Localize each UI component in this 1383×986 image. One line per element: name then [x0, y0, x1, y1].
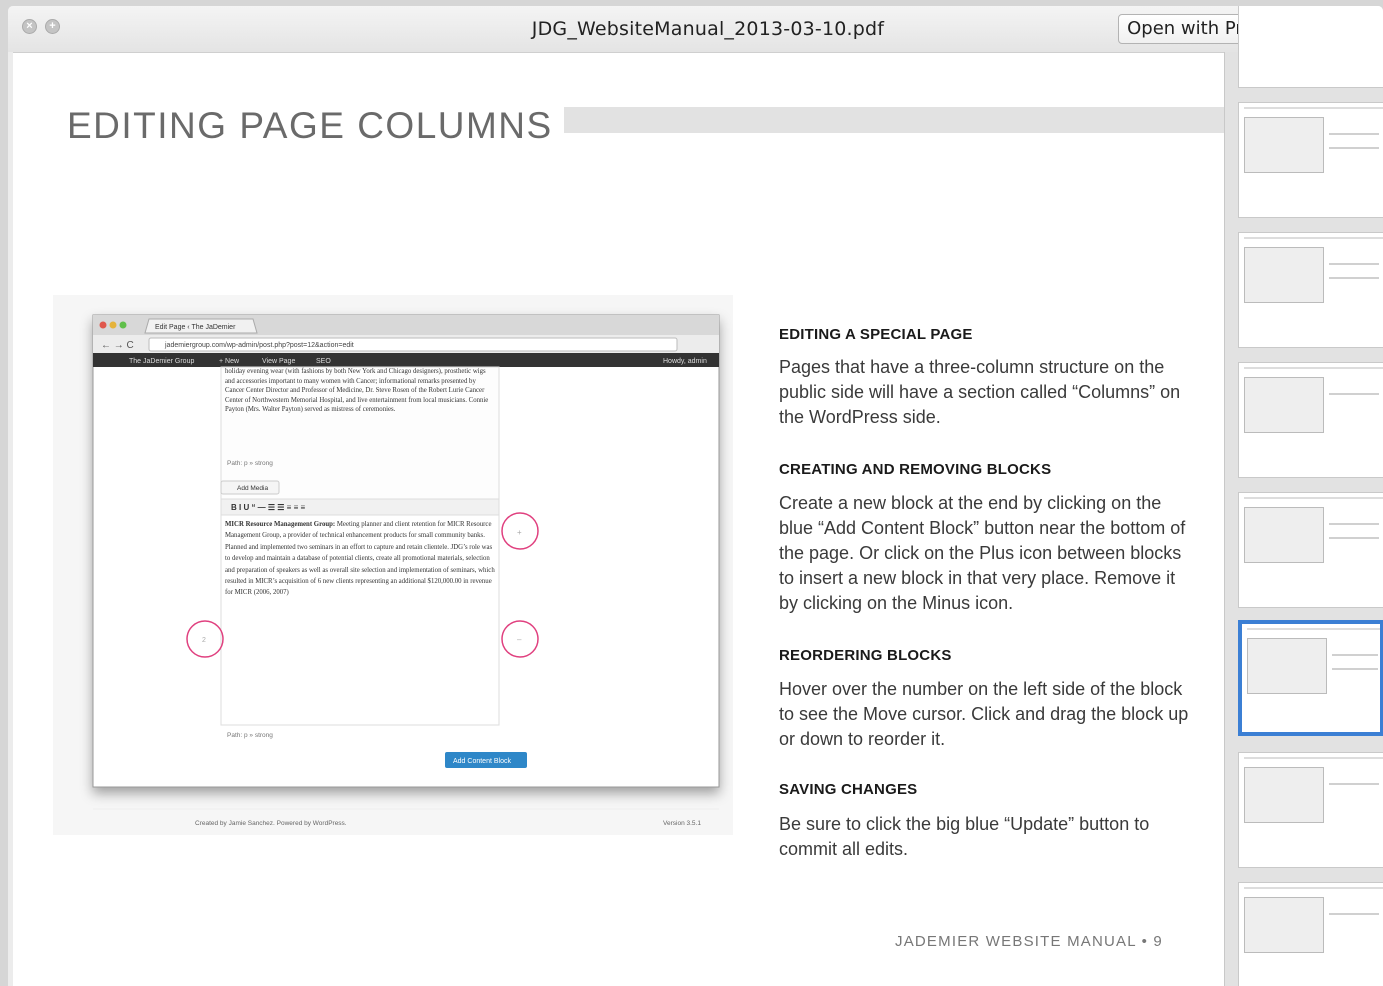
admin-view-page: View Page: [262, 358, 295, 365]
svg-text:← → C: ← → C: [101, 340, 134, 351]
svg-text:–: –: [517, 635, 522, 644]
admin-seo: SEO: [316, 358, 331, 365]
thumbnail-page-1[interactable]: [1238, 6, 1383, 88]
screenshot-figure: Edit Page ‹ The JaDemier ← → C jademierg…: [53, 295, 733, 835]
thumbnail-page-6-selected[interactable]: [1238, 620, 1383, 736]
thumbnail-page-3[interactable]: [1238, 232, 1383, 348]
thumbnail-page-7[interactable]: [1238, 752, 1383, 868]
version: Version 3.5.1: [663, 820, 701, 827]
page-heading: EDITING PAGE COLUMNS: [67, 105, 553, 146]
section-title-special: EDITING A SPECIAL PAGE: [779, 326, 973, 343]
section-title-reorder: REORDERING BLOCKS: [779, 647, 952, 664]
thumbnail-page-2[interactable]: [1238, 102, 1383, 218]
title-bar: × + JDG_WebsiteManual_2013-03-10.pdf Ope…: [8, 6, 1383, 52]
add-content-block-button: Add Content Block: [453, 758, 511, 765]
browser-tab-title: Edit Page ‹ The JaDemier: [155, 324, 236, 331]
block1-text: holiday evening wear (with fashions by b…: [225, 368, 489, 414]
path-label-1: Path: p » strong: [227, 460, 273, 467]
svg-text:+: +: [517, 528, 522, 537]
path-label-2: Path: p » strong: [227, 732, 273, 739]
admin-site-name: The JaDemier Group: [129, 358, 194, 365]
thumbnail-page-4[interactable]: [1238, 362, 1383, 478]
block2-text: Meeting planner and client retention for…: [225, 521, 495, 597]
page-footer: JADEMIER WEBSITE MANUAL • 9: [895, 933, 1163, 950]
section-title-blocks: CREATING AND REMOVING BLOCKS: [779, 461, 1052, 478]
browser-close-dot: [99, 321, 107, 329]
add-media-button: Add Media: [237, 485, 268, 492]
admin-howdy: Howdy, admin: [663, 358, 707, 365]
svg-text:2: 2: [202, 637, 206, 644]
browser-max-dot: [119, 321, 127, 329]
section-body-blocks: Create a new block at the end by clickin…: [779, 493, 1186, 613]
section-body-special: Pages that have a three-column structure…: [779, 357, 1181, 427]
section-title-saving: SAVING CHANGES: [779, 781, 918, 798]
thumbnail-sidebar[interactable]: [1224, 6, 1383, 986]
browser-min-dot: [109, 321, 117, 329]
browser-url: jademiergroup.com/wp-admin/post.php?post…: [164, 342, 354, 349]
block2-strong: MICR Resource Management Group:: [225, 521, 336, 528]
admin-new: + New: [219, 358, 240, 365]
section-body-reorder: Hover over the number on the left side o…: [779, 679, 1189, 749]
pdf-page: EDITING PAGE COLUMNS Edit Page ‹ The JaD…: [13, 52, 1224, 986]
wordpress-screenshot: Edit Page ‹ The JaDemier ← → C jademierg…: [92, 314, 720, 827]
thumbnail-page-5[interactable]: [1238, 492, 1383, 608]
heading-bar: [564, 107, 1224, 133]
thumbnail-page-8[interactable]: [1238, 882, 1383, 986]
section-body-saving: Be sure to click the big blue “Update” b…: [779, 814, 1150, 859]
svg-text:B I U “ — ☰ ☰ ≡ ≡ ≡: B I U “ — ☰ ☰ ≡ ≡ ≡: [231, 503, 305, 512]
preview-window: × + JDG_WebsiteManual_2013-03-10.pdf Ope…: [8, 6, 1383, 986]
credits: Created by Jamie Sanchez. Powered by Wor…: [195, 820, 347, 827]
